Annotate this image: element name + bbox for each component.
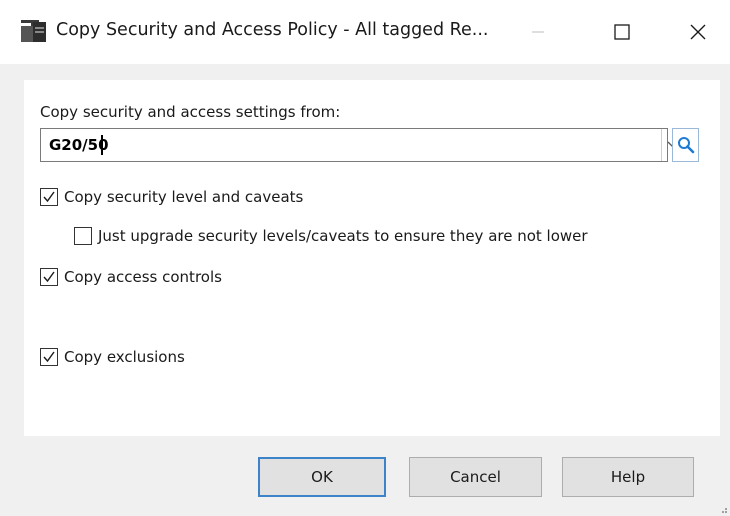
just-upgrade-label[interactable]: Just upgrade security levels/caveats to …	[98, 227, 588, 245]
title-bar[interactable]: Copy Security and Access Policy - All ta…	[0, 0, 730, 64]
copy-access-option[interactable]: Copy access controls	[40, 268, 222, 286]
minimize-button[interactable]	[518, 12, 558, 52]
copy-security-label[interactable]: Copy security level and caveats	[64, 188, 303, 206]
dialog-window: Copy Security and Access Policy - All ta…	[0, 0, 730, 516]
checkmark-icon	[43, 191, 55, 203]
cancel-button[interactable]: Cancel	[409, 457, 542, 497]
copy-exclusions-option[interactable]: Copy exclusions	[40, 348, 185, 366]
search-icon	[677, 137, 694, 154]
close-icon	[690, 24, 706, 40]
checkmark-icon	[43, 271, 55, 283]
copy-exclusions-checkbox[interactable]	[40, 348, 58, 366]
close-button[interactable]	[678, 12, 718, 52]
maximize-button[interactable]	[602, 12, 642, 52]
search-button[interactable]	[672, 128, 699, 162]
copy-from-label: Copy security and access settings from:	[40, 103, 341, 121]
help-button[interactable]: Help	[562, 457, 694, 497]
maximize-icon	[614, 24, 630, 40]
copy-access-checkbox[interactable]	[40, 268, 58, 286]
resize-grip-icon[interactable]	[718, 504, 728, 514]
copy-security-checkbox[interactable]	[40, 188, 58, 206]
copy-from-value[interactable]: G20/50	[49, 136, 109, 154]
minimize-icon	[532, 31, 544, 33]
just-upgrade-option[interactable]: Just upgrade security levels/caveats to …	[74, 227, 588, 245]
copy-exclusions-label[interactable]: Copy exclusions	[64, 348, 185, 366]
copy-access-label[interactable]: Copy access controls	[64, 268, 222, 286]
policy-copy-icon	[21, 20, 46, 42]
window-title: Copy Security and Access Policy - All ta…	[56, 20, 489, 40]
just-upgrade-checkbox[interactable]	[74, 227, 92, 245]
copy-from-combobox[interactable]: G20/50	[40, 128, 679, 162]
checkmark-icon	[43, 351, 55, 363]
ok-button[interactable]: OK	[258, 457, 386, 497]
dialog-content: Copy security and access settings from: …	[24, 80, 720, 436]
copy-security-option[interactable]: Copy security level and caveats	[40, 188, 303, 206]
text-caret	[101, 135, 103, 155]
